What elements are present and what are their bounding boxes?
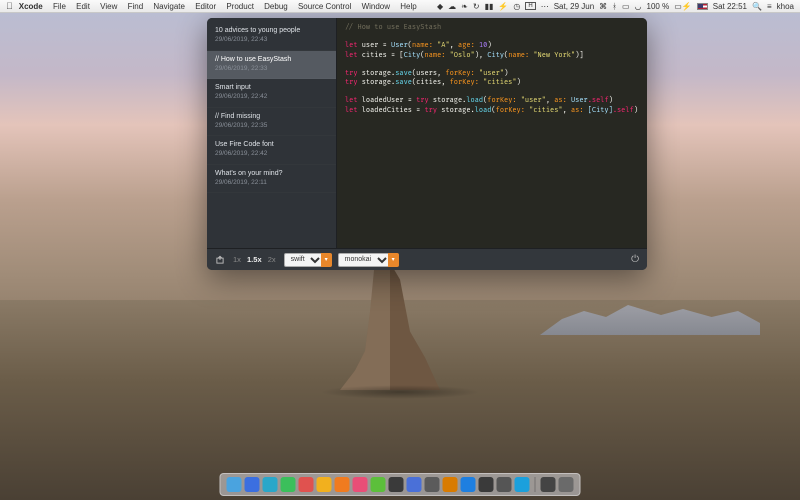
- dock-trash[interactable]: [559, 477, 574, 492]
- note-date: 29/06/2019, 22:33: [215, 65, 328, 73]
- dock: [220, 473, 581, 496]
- menubar-time[interactable]: Sat 22:51: [713, 2, 747, 11]
- dock-app[interactable]: [227, 477, 242, 492]
- zoom-levels: 1x 1.5x 2x: [231, 255, 278, 264]
- status-sync-icon[interactable]: ↻: [473, 2, 480, 11]
- dock-app[interactable]: [317, 477, 332, 492]
- note-item[interactable]: Use Fire Code font 29/06/2019, 22:42: [207, 136, 336, 165]
- app-menus: Xcode File Edit View Find Navigate Edito…: [19, 2, 425, 11]
- menubar-date[interactable]: Sat, 29 Jun: [554, 2, 594, 11]
- dock-app[interactable]: [371, 477, 386, 492]
- notes-sidebar: 10 advices to young people 29/06/2019, 2…: [207, 18, 337, 248]
- note-date: 29/06/2019, 22:42: [215, 150, 328, 158]
- menu-help[interactable]: Help: [400, 2, 416, 11]
- note-item[interactable]: Smart input 29/06/2019, 22:42: [207, 79, 336, 108]
- notification-center-icon[interactable]: ≡: [767, 2, 772, 11]
- dock-app[interactable]: [281, 477, 296, 492]
- status-bluetooth-icon[interactable]: ᚼ: [612, 2, 617, 11]
- menubar-user[interactable]: khoa: [777, 2, 794, 11]
- dock-app[interactable]: [425, 477, 440, 492]
- dock-app[interactable]: [407, 477, 422, 492]
- select-arrow-icon: ▾: [388, 253, 399, 267]
- zoom-1x[interactable]: 1x: [233, 255, 241, 264]
- note-item[interactable]: // Find missing 29/06/2019, 22:35: [207, 108, 336, 137]
- zoom-2x[interactable]: 2x: [268, 255, 276, 264]
- note-title: // How to use EasyStash: [215, 55, 328, 64]
- note-date: 29/06/2019, 22:35: [215, 122, 328, 130]
- desktop-rock-shadow: [320, 385, 480, 399]
- status-link-icon[interactable]: ⌘: [599, 2, 607, 11]
- status-dot-icon[interactable]: ⋯: [541, 2, 549, 11]
- status-leaf-icon[interactable]: ❧: [461, 2, 468, 11]
- menu-view[interactable]: View: [100, 2, 117, 11]
- note-date: 29/06/2019, 22:42: [215, 93, 328, 101]
- dock-app[interactable]: [461, 477, 476, 492]
- dock-app[interactable]: [245, 477, 260, 492]
- code-line: // How to use EasyStash: [345, 24, 441, 32]
- code-editor[interactable]: // How to use EasyStash let user = User(…: [337, 18, 647, 248]
- theme-select[interactable]: monokai: [338, 253, 391, 267]
- note-date: 29/06/2019, 22:11: [215, 179, 328, 187]
- status-badge-icon[interactable]: H: [525, 2, 535, 10]
- note-date: 29/06/2019, 22:43: [215, 36, 328, 44]
- note-item[interactable]: 10 advices to young people 29/06/2019, 2…: [207, 22, 336, 51]
- status-icon-1[interactable]: ◆: [437, 2, 443, 11]
- battery-icon[interactable]: ▭⚡: [674, 2, 692, 11]
- dock-app[interactable]: [335, 477, 350, 492]
- menu-product[interactable]: Product: [226, 2, 254, 11]
- status-cloud-icon[interactable]: ☁: [448, 2, 456, 11]
- note-item[interactable]: // How to use EasyStash 29/06/2019, 22:3…: [207, 51, 336, 80]
- spotlight-icon[interactable]: 🔍: [752, 2, 762, 11]
- menu-navigate[interactable]: Navigate: [153, 2, 185, 11]
- note-title: // Find missing: [215, 112, 328, 121]
- dock-app[interactable]: [497, 477, 512, 492]
- menu-find[interactable]: Find: [128, 2, 144, 11]
- status-bolt-icon[interactable]: ⚡: [498, 2, 508, 11]
- status-pause-icon[interactable]: ▮▮: [485, 2, 494, 11]
- dock-separator: [535, 477, 536, 492]
- input-source-flag-icon[interactable]: [697, 3, 708, 10]
- battery-percent[interactable]: 100 %: [647, 2, 670, 11]
- apple-menu-icon[interactable]: : [6, 1, 13, 11]
- status-wifi-icon[interactable]: ◡: [635, 2, 642, 11]
- mac-menubar:  Xcode File Edit View Find Navigate Edi…: [0, 0, 800, 13]
- dock-app[interactable]: [263, 477, 278, 492]
- note-title: Use Fire Code font: [215, 140, 328, 149]
- note-item[interactable]: What's on your mind? 29/06/2019, 22:11: [207, 165, 336, 194]
- note-title: 10 advices to young people: [215, 26, 328, 35]
- export-icon[interactable]: [215, 255, 225, 265]
- note-title: Smart input: [215, 83, 328, 92]
- menu-debug[interactable]: Debug: [264, 2, 288, 11]
- dock-app[interactable]: [443, 477, 458, 492]
- dock-app[interactable]: [353, 477, 368, 492]
- note-title: What's on your mind?: [215, 169, 328, 178]
- dock-app[interactable]: [541, 477, 556, 492]
- app-name[interactable]: Xcode: [19, 2, 43, 11]
- menu-file[interactable]: File: [53, 2, 66, 11]
- window-toolbar: 1x 1.5x 2x swift ▾ monokai ▾ ⏻: [207, 248, 647, 270]
- menu-source-control[interactable]: Source Control: [298, 2, 351, 11]
- select-arrow-icon: ▾: [321, 253, 332, 267]
- notes-app-window: 10 advices to young people 29/06/2019, 2…: [207, 18, 647, 270]
- dock-app[interactable]: [389, 477, 404, 492]
- menu-edit[interactable]: Edit: [76, 2, 90, 11]
- menu-window[interactable]: Window: [362, 2, 390, 11]
- dock-app[interactable]: [299, 477, 314, 492]
- power-icon[interactable]: ⏻: [631, 254, 639, 265]
- status-display-icon[interactable]: ▭: [622, 2, 630, 11]
- zoom-1-5x[interactable]: 1.5x: [247, 255, 262, 264]
- status-clock-icon[interactable]: ◷: [513, 2, 520, 11]
- dock-app[interactable]: [479, 477, 494, 492]
- language-select[interactable]: swift: [284, 253, 324, 267]
- menu-editor[interactable]: Editor: [195, 2, 216, 11]
- dock-app[interactable]: [515, 477, 530, 492]
